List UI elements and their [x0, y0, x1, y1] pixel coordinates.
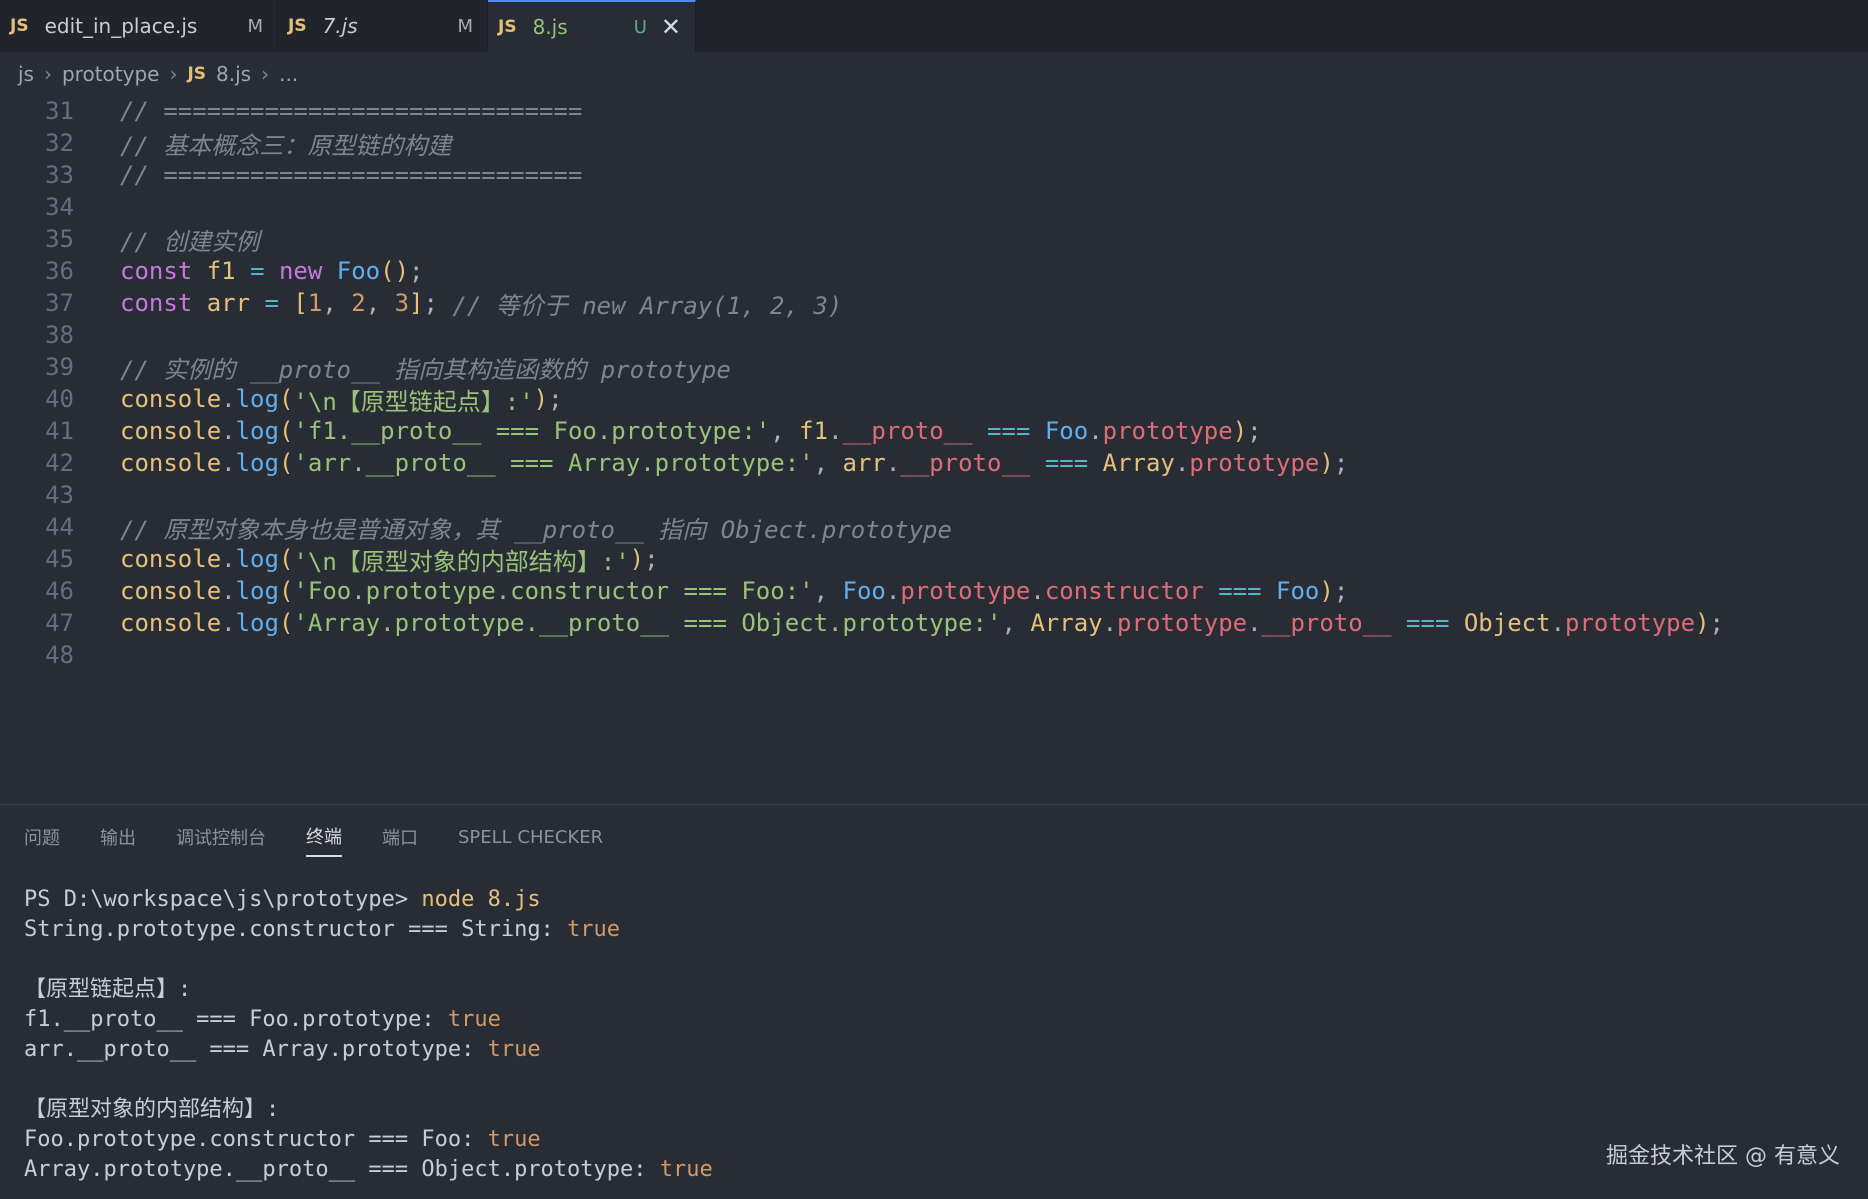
tab-7js[interactable]: JS 7.js M	[278, 0, 488, 52]
chevron-right-icon: ›	[43, 62, 52, 86]
code-line: 48	[0, 636, 1868, 674]
code-text: );	[629, 545, 659, 573]
terminal-line: arr.__proto__ === Array.prototype: true	[24, 1035, 1824, 1065]
breadcrumb-more[interactable]: ...	[279, 62, 298, 86]
line-number: 48	[45, 641, 74, 669]
terminal-text: 【原型链起点】:	[24, 977, 192, 1002]
tab-debug-console[interactable]: 调试控制台	[176, 818, 266, 856]
terminal-line: f1.__proto__ === Foo.prototype: true	[24, 1005, 1824, 1035]
line-number: 34	[45, 193, 74, 221]
line-number: 44	[45, 513, 74, 541]
line-number: 37	[45, 289, 74, 317]
line-number: 40	[45, 385, 74, 413]
terminal-text: Foo.prototype.constructor === Foo:	[24, 1127, 488, 1152]
tab-label: 8.js	[532, 15, 568, 39]
code-string: 'f1.__proto__ === Foo.prototype:'	[293, 417, 771, 445]
chevron-right-icon: ›	[169, 62, 178, 86]
code-text: const f1 = new Foo();	[120, 257, 424, 285]
tab-label: edit_in_place.js	[44, 14, 198, 38]
close-icon[interactable]: ✕	[661, 15, 681, 39]
terminal-line: Array.prototype.__proto__ === Object.pro…	[24, 1155, 1824, 1185]
tab-terminal[interactable]: 终端	[306, 817, 342, 857]
terminal-value: true	[487, 1037, 541, 1062]
code-text: console.log(	[120, 545, 294, 573]
breadcrumb-prototype[interactable]: prototype	[62, 62, 159, 86]
bottom-panel: 问题 输出 调试控制台 终端 端口 SPELL CHECKER PS D:\wo…	[0, 804, 1868, 1199]
terminal-line: String.prototype.constructor === String:…	[24, 915, 1824, 945]
terminal-line: Foo.prototype.constructor === Foo: true	[24, 1125, 1824, 1155]
terminal-text: 【原型对象的内部结构】:	[24, 1097, 280, 1122]
chevron-right-icon: ›	[261, 62, 270, 86]
terminal-value: true	[487, 1127, 541, 1152]
watermark: 掘金技术社区 @ 有意义	[1606, 1144, 1840, 1169]
tab-spell-checker[interactable]: SPELL CHECKER	[458, 821, 603, 854]
line-number: 43	[45, 481, 74, 509]
terminal-value: true	[567, 917, 621, 942]
code-comment: // =============================	[120, 97, 583, 125]
breadcrumb-file[interactable]: 8.js	[216, 62, 251, 86]
panel-tab-bar: 问题 输出 调试控制台 终端 端口 SPELL CHECKER	[24, 817, 603, 857]
tab-output[interactable]: 输出	[100, 818, 136, 856]
modified-badge: M	[457, 15, 473, 37]
code-text: console.log(	[120, 417, 294, 445]
tab-8js-active[interactable]: JS 8.js U ✕	[488, 0, 696, 52]
terminal-command: node 8.js	[421, 887, 541, 912]
terminal-value: true	[447, 1007, 501, 1032]
code-editor[interactable]: 31 // ============================= 32 /…	[0, 92, 1868, 802]
line-number: 41	[45, 417, 74, 445]
line-number: 38	[45, 321, 74, 349]
javascript-file-icon: JS	[498, 17, 517, 37]
line-number: 35	[45, 225, 74, 253]
editor-tab-bar: JS edit_in_place.js M JS 7.js M JS 8.js …	[0, 0, 1868, 52]
code-text: const arr = [1, 2, 3];	[120, 289, 453, 317]
breadcrumb-js[interactable]: js	[18, 62, 34, 86]
code-string: 'Array.prototype.__proto__ === Object.pr…	[293, 609, 1002, 637]
code-text: , arr.__proto__ === Array.prototype);	[813, 449, 1349, 477]
terminal-text: f1.__proto__ === Foo.prototype:	[24, 1007, 448, 1032]
line-number: 39	[45, 353, 74, 381]
line-number: 46	[45, 577, 74, 605]
javascript-file-icon: JS	[10, 16, 29, 36]
code-text: console.log(	[120, 385, 294, 413]
terminal-output[interactable]: PS D:\workspace\js\prototype> node 8.js …	[24, 885, 1824, 1185]
breadcrumb: js › prototype › JS 8.js › ...	[18, 56, 298, 92]
line-number: 45	[45, 545, 74, 573]
code-text: );	[533, 385, 563, 413]
terminal-prompt-line: PS D:\workspace\js\prototype> node 8.js	[24, 885, 1824, 915]
terminal-line: 【原型对象的内部结构】:	[24, 1095, 1824, 1125]
terminal-prompt: PS D:\workspace\js\prototype>	[24, 887, 422, 912]
line-number: 47	[45, 609, 74, 637]
line-number: 32	[45, 129, 74, 157]
code-text: , Array.prototype.__proto__ === Object.p…	[1001, 609, 1724, 637]
line-number: 31	[45, 97, 74, 125]
untracked-badge: U	[633, 16, 647, 38]
tab-label: 7.js	[322, 14, 358, 38]
code-string: 'Foo.prototype.constructor === Foo:'	[293, 577, 814, 605]
tab-ports[interactable]: 端口	[382, 818, 418, 856]
terminal-line: 【原型链起点】:	[24, 975, 1824, 1005]
code-text: , f1.__proto__ === Foo.prototype);	[770, 417, 1262, 445]
terminal-value: true	[659, 1157, 713, 1182]
code-text: console.log(	[120, 449, 294, 477]
terminal-text: Array.prototype.__proto__ === Object.pro…	[24, 1157, 660, 1182]
line-number: 36	[45, 257, 74, 285]
line-number: 33	[45, 161, 74, 189]
javascript-file-icon: JS	[288, 16, 307, 36]
tab-edit-in-place[interactable]: JS edit_in_place.js M	[0, 0, 278, 52]
terminal-text: arr.__proto__ === Array.prototype:	[24, 1037, 488, 1062]
modified-badge: M	[247, 15, 263, 37]
code-string: 'arr.__proto__ === Array.prototype:'	[293, 449, 814, 477]
line-number: 42	[45, 449, 74, 477]
terminal-text: String.prototype.constructor === String:	[24, 917, 568, 942]
code-text: console.log(	[120, 609, 294, 637]
code-comment: // =============================	[120, 161, 583, 189]
code-text: console.log(	[120, 577, 294, 605]
code-text: , Foo.prototype.constructor === Foo);	[813, 577, 1349, 605]
javascript-file-icon: JS	[187, 64, 207, 84]
tab-problems[interactable]: 问题	[24, 818, 60, 856]
